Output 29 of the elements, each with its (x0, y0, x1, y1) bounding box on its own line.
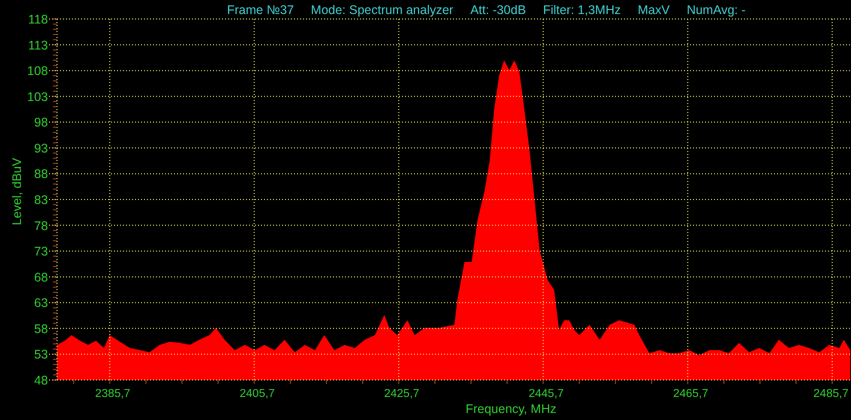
x-tick-label: 2425,7 (384, 388, 420, 400)
y-tick-label: 73 (34, 244, 48, 259)
status-text: Frame №37 (227, 2, 294, 16)
y-tick-label: 118 (28, 12, 48, 26)
y-tick-label: 78 (34, 218, 48, 233)
x-tick-label: 2385,7 (95, 388, 130, 400)
x-tick-label: 2485,7 (813, 388, 849, 400)
x-tick-label: 2405,7 (240, 388, 275, 400)
x-tick-label: 2445,7 (528, 388, 564, 400)
status-text: Filter: 1,3MHz (542, 2, 621, 16)
y-tick-label: 88 (34, 167, 48, 182)
x-axis-title: Frequency, MHz (466, 402, 556, 416)
status-text: Att: -30dB (470, 2, 526, 16)
y-tick-label: 53 (34, 348, 48, 362)
x-tick-label: 2465,7 (673, 388, 708, 400)
status-text: NumAvg: - (686, 2, 746, 16)
y-tick-label: 48 (34, 374, 48, 388)
y-tick-label: 58 (34, 322, 48, 336)
status-text: Mode: Spectrum analyzer (310, 2, 454, 16)
y-axis-title: Level, dBuV (10, 158, 24, 226)
y-tick-label: 108 (27, 64, 48, 78)
y-tick-label: 98 (34, 116, 48, 130)
y-tick-label: 63 (34, 296, 48, 310)
y-tick-label: 68 (34, 270, 48, 284)
y-tick-label: 113 (28, 38, 48, 52)
status-text: MaxV (638, 2, 670, 16)
y-tick-label: 93 (34, 141, 48, 156)
y-tick-label: 103 (27, 90, 48, 104)
y-tick-label: 83 (34, 193, 48, 207)
